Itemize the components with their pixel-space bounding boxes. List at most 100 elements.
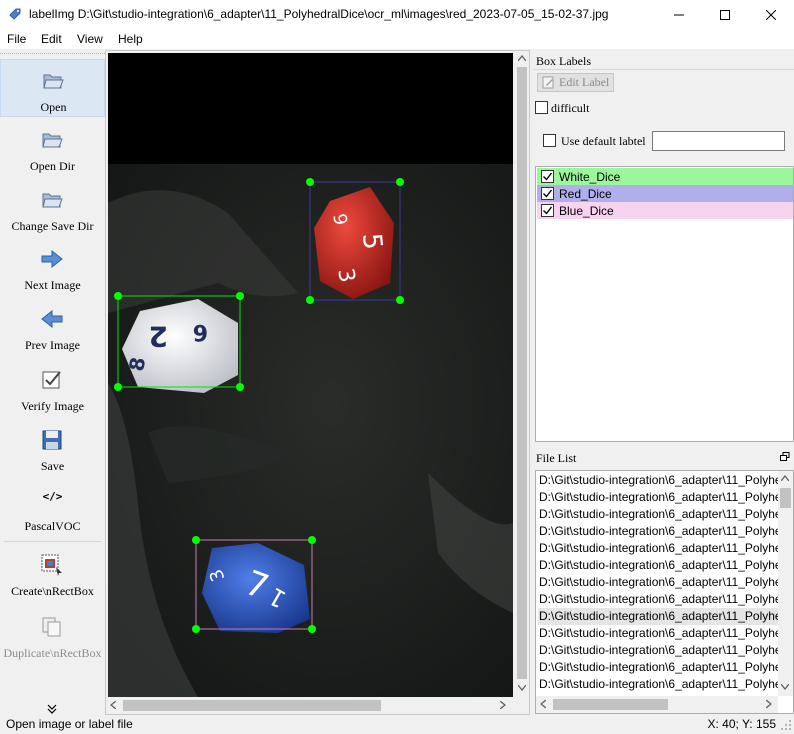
canvas-vscroll-thumb[interactable] xyxy=(517,67,527,679)
checkmark-icon xyxy=(543,172,553,181)
file-list-vscroll-thumb[interactable] xyxy=(780,488,791,508)
label-name: Red_Dice xyxy=(559,187,612,201)
maximize-icon xyxy=(720,9,730,20)
create-rect-box-label: Create\nRectBox xyxy=(11,584,94,598)
arrow-right-icon xyxy=(41,249,63,269)
file-list-item[interactable]: D:\Git\studio-integration\6_adapter\11_P… xyxy=(538,676,778,693)
verify-image-button[interactable]: Verify Image xyxy=(0,359,105,417)
arrow-left-icon xyxy=(41,309,63,329)
menu-edit[interactable]: Edit xyxy=(41,32,62,46)
use-default-label-checkbox[interactable] xyxy=(543,134,556,147)
next-image-label: Next Image xyxy=(24,278,81,292)
folder-open-icon xyxy=(43,74,64,89)
label-checkbox[interactable] xyxy=(541,187,554,200)
dock-divider xyxy=(533,69,794,70)
duplicate-rect-box-label: Duplicate\nRectBox xyxy=(3,646,102,660)
menu-help[interactable]: Help xyxy=(118,32,143,46)
minimize-button[interactable] xyxy=(656,0,702,29)
close-icon xyxy=(766,9,776,20)
format-label: PascalVOC xyxy=(24,519,81,533)
file-list: D:\Git\studio-integration\6_adapter\11_P… xyxy=(535,470,794,714)
canvas-horizontal-scrollbar[interactable] xyxy=(106,697,515,714)
open-button[interactable]: Open xyxy=(0,59,105,117)
create-rect-box-button[interactable]: Create\nRectBox xyxy=(0,544,105,602)
scroll-left-icon[interactable] xyxy=(540,700,546,708)
label-item-blue-dice[interactable]: Blue_Dice xyxy=(537,202,793,219)
code-format-icon: </> xyxy=(42,490,63,503)
next-image-button[interactable]: Next Image xyxy=(0,238,105,296)
label-item-white-dice[interactable]: White_Dice xyxy=(537,168,793,185)
file-list-horizontal-scrollbar[interactable] xyxy=(536,696,778,713)
red-dice-number: 5 xyxy=(356,232,387,251)
labelimg-app-icon xyxy=(9,8,21,20)
open-dir-label: Open Dir xyxy=(30,159,75,173)
difficult-checkbox[interactable] xyxy=(535,101,548,114)
edit-label-text: Edit Label xyxy=(559,75,610,89)
scroll-right-icon[interactable] xyxy=(500,701,506,709)
default-label-input[interactable] xyxy=(652,131,785,151)
difficult-label: difficult xyxy=(551,101,590,115)
file-list-title: File List xyxy=(536,451,577,465)
file-list-vertical-scrollbar[interactable] xyxy=(778,471,793,696)
change-save-dir-label: Change Save Dir xyxy=(11,219,94,233)
file-list-item[interactable]: D:\Git\studio-integration\6_adapter\11_P… xyxy=(538,557,778,574)
scroll-down-icon[interactable] xyxy=(518,685,526,691)
folder-open-icon xyxy=(42,193,63,208)
menu-bar: File Edit View Help xyxy=(0,29,794,49)
toolbar: Open Open Dir Change Save Dir Next Image… xyxy=(0,53,105,715)
save-label: Save xyxy=(40,459,65,473)
scroll-up-icon[interactable] xyxy=(781,475,789,481)
file-list-item[interactable]: D:\Git\studio-integration\6_adapter\11_P… xyxy=(538,608,778,625)
duplicate-rect-box-button[interactable]: Duplicate\nRectBox xyxy=(0,606,105,664)
change-save-dir-button[interactable]: Change Save Dir xyxy=(0,179,105,237)
canvas-vertical-scrollbar[interactable] xyxy=(515,51,529,697)
resize-grip-icon[interactable] xyxy=(781,720,792,731)
create-box-icon xyxy=(41,554,62,576)
menu-file[interactable]: File xyxy=(7,32,26,46)
status-bar: Open image or label file X: 40; Y: 155 xyxy=(0,715,794,734)
floppy-disk-icon xyxy=(42,430,62,450)
format-pascalvoc-button[interactable]: </> PascalVOC xyxy=(0,479,105,537)
scroll-down-icon[interactable] xyxy=(781,684,789,690)
scroll-right-icon[interactable] xyxy=(766,700,772,708)
maximize-button[interactable] xyxy=(702,0,748,29)
folder-open-icon xyxy=(42,133,63,148)
canvas-area: 9 5 3 2 6 8 3 7 1 xyxy=(105,50,530,715)
status-message: Open image or label file xyxy=(6,717,133,731)
label-list: White_Dice Red_Dice Blue_Dice xyxy=(535,166,794,442)
file-list-item[interactable]: D:\Git\studio-integration\6_adapter\11_P… xyxy=(538,591,778,608)
verify-image-label: Verify Image xyxy=(21,399,84,413)
label-checkbox[interactable] xyxy=(541,204,554,217)
save-button[interactable]: Save xyxy=(0,419,105,477)
label-name: Blue_Dice xyxy=(559,204,614,218)
label-item-red-dice[interactable]: Red_Dice xyxy=(537,185,793,202)
file-list-item[interactable]: D:\Git\studio-integration\6_adapter\11_P… xyxy=(538,489,778,506)
edit-label-button[interactable]: Edit Label xyxy=(537,73,614,92)
label-checkbox[interactable] xyxy=(541,170,554,183)
file-list-item[interactable]: D:\Git\studio-integration\6_adapter\11_P… xyxy=(538,472,778,489)
duplicate-icon xyxy=(42,617,61,637)
canvas-hscroll-thumb[interactable] xyxy=(123,700,381,711)
chevron-double-down-icon[interactable] xyxy=(47,704,57,714)
title-bar: labelImg D:\Git\studio-integration\6_ada… xyxy=(0,0,794,29)
file-list-item[interactable]: D:\Git\studio-integration\6_adapter\11_P… xyxy=(538,659,778,676)
file-list-item[interactable]: D:\Git\studio-integration\6_adapter\11_P… xyxy=(538,523,778,540)
file-list-hscroll-thumb[interactable] xyxy=(553,699,668,710)
file-list-item[interactable]: D:\Git\studio-integration\6_adapter\11_P… xyxy=(538,642,778,659)
file-list-item[interactable]: D:\Git\studio-integration\6_adapter\11_P… xyxy=(538,506,778,523)
open-dir-button[interactable]: Open Dir xyxy=(0,119,105,177)
toolbar-separator xyxy=(4,541,101,542)
file-list-item[interactable]: D:\Git\studio-integration\6_adapter\11_P… xyxy=(538,574,778,591)
scroll-left-icon[interactable] xyxy=(110,701,116,709)
image-canvas[interactable]: 9 5 3 2 6 8 3 7 1 xyxy=(108,53,513,697)
file-list-item[interactable]: D:\Git\studio-integration\6_adapter\11_P… xyxy=(538,625,778,642)
menu-view[interactable]: View xyxy=(77,32,103,46)
prev-image-button[interactable]: Prev Image xyxy=(0,298,105,356)
close-button[interactable] xyxy=(748,0,794,29)
edit-pencil-icon xyxy=(542,76,554,89)
undock-icon[interactable] xyxy=(780,452,790,462)
file-list-item[interactable]: D:\Git\studio-integration\6_adapter\11_P… xyxy=(538,540,778,557)
cursor-coordinates: X: 40; Y: 155 xyxy=(707,717,776,731)
label-name: White_Dice xyxy=(559,170,621,184)
scroll-up-icon[interactable] xyxy=(518,55,526,61)
